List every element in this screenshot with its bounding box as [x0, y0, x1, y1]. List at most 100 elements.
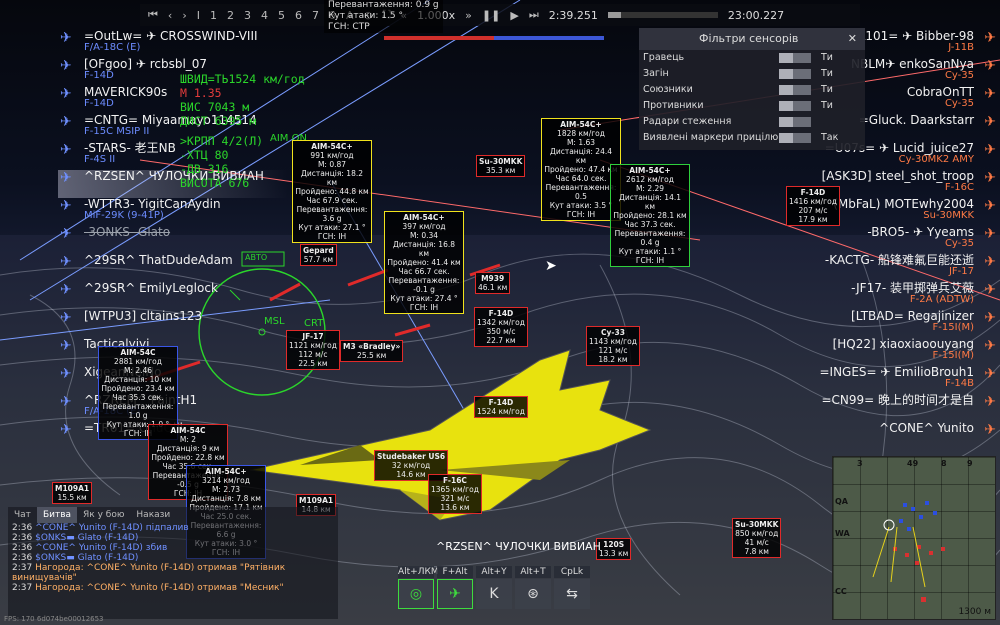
camera-action-button[interactable]: Alt+Y K	[476, 566, 512, 609]
plane-icon: ✈	[984, 226, 996, 242]
missile-stat: Кут атаки: 1.1 °	[618, 247, 682, 256]
unit-name: JF-17	[302, 332, 324, 341]
missile-stat: Перевантаження: 0.4 g	[614, 229, 686, 247]
unit-label[interactable]: M109A1 15.5 км	[52, 482, 93, 504]
hud-htc: -ХТЦ 80	[180, 148, 229, 162]
unit-label[interactable]: M939 46.1 км	[475, 272, 511, 294]
sensor-filter-row[interactable]: Загін Ти	[639, 66, 865, 82]
plane-icon: ✈	[984, 142, 996, 158]
player-vehicle: Cy-35	[944, 238, 974, 249]
unit-stat: 1342 км/год	[477, 318, 525, 327]
skip-end-icon[interactable]: ⏭	[529, 8, 539, 22]
chat-time: 2:36	[12, 533, 33, 543]
battle-log: Чат Битва Як у бою Накази 2:36 ^CONE^ Yunit…	[8, 507, 338, 619]
toggle-knob[interactable]	[779, 117, 793, 127]
plane-icon: ✈	[984, 30, 996, 46]
unit-name: F-14D	[488, 309, 514, 318]
label-1[interactable]: 1	[210, 9, 217, 22]
missile-name: AIM-54C+	[560, 120, 602, 129]
toggle-knob[interactable]	[779, 85, 793, 95]
plane-icon: ✈	[984, 366, 996, 382]
label-2[interactable]: 2	[227, 9, 234, 22]
faster-icon[interactable]: »	[465, 9, 472, 22]
toggle-knob[interactable]	[779, 69, 793, 79]
chat-text: $ONKS▬ Glato (F-14D)	[35, 553, 139, 563]
camera-action-button[interactable]: F+Alt ✈	[437, 566, 473, 609]
chat-message: 2:37 Нагорода: ^CONE^ Yunito (F-14D) отр…	[8, 583, 338, 593]
sensor-filter-row[interactable]: Радари стеження	[639, 114, 865, 130]
player-name: -3ONKS- Glato	[84, 225, 171, 239]
skip-start-icon[interactable]: ⏮	[148, 8, 158, 22]
label-7[interactable]: 7	[312, 9, 319, 22]
enemy-player-row[interactable]: ✈ -KACTG- 船锋难氟巨能还逝 JF-17	[770, 254, 1000, 282]
unit-label[interactable]: M3 «Bradley» 25.5 км	[340, 340, 404, 362]
enemy-player-row[interactable]: ✈ =INGES= ✈ EmilioBrouh1 F-14B	[770, 366, 1000, 394]
label-4[interactable]: 4	[261, 9, 268, 22]
sensor-filter-row[interactable]: Союзники Ти	[639, 82, 865, 98]
enemy-player-row[interactable]: ✈ -BRO5- ✈ Yyeams Cy-35	[770, 226, 1000, 254]
enemy-player-row[interactable]: ✈ -JF17- 装甲掷弹兵艾薇 F-2A (ADTW)	[770, 282, 1000, 310]
player-name: [ASK3D] steel_shot_troop	[821, 169, 974, 183]
chat-tab[interactable]: Битва	[36, 507, 78, 523]
unit-label[interactable]: F-14D 1524 км/год	[474, 396, 528, 418]
close-icon[interactable]: ✕	[848, 28, 857, 50]
player-vehicle: F/A-18C (E)	[84, 42, 141, 53]
replay-progress[interactable]	[607, 12, 718, 18]
fps-counter: FPS: 170 6d074be00012653	[4, 615, 104, 623]
toggle-knob[interactable]	[779, 53, 793, 63]
label-i[interactable]: I	[197, 9, 200, 22]
sensor-filter-row[interactable]: Гравець Ти	[639, 50, 865, 66]
label-3[interactable]: 3	[244, 9, 251, 22]
ally-player-row[interactable]: ✈ =OutLw= ✈ CROSSWIND-VIII F/A-18C (E)	[58, 30, 288, 58]
unit-label[interactable]: Gepard 57.7 км	[300, 244, 337, 266]
unit-label[interactable]: F-14D 1342 км/год 350 м/с 22.7 км	[474, 307, 528, 347]
pause-icon[interactable]: ❚❚	[482, 9, 500, 22]
enemy-player-row[interactable]: ✈ =CN99= 晚上的时间才是自	[770, 394, 1000, 422]
unit-label[interactable]: Su-30MKK 35.3 км	[476, 155, 526, 177]
unit-label[interactable]: Su-30MKK 850 км/год 41 м/с 7.8 км	[732, 518, 782, 558]
unit-label[interactable]: JF-17 1121 км/год 112 м/с 22.5 км	[286, 330, 340, 370]
unit-stat: 1143 км/год	[589, 337, 637, 346]
next-icon[interactable]: ›	[182, 9, 186, 22]
missile-stat: Час 67.9 сек.	[306, 196, 358, 205]
enemy-player-row[interactable]: ✈ [LTBAD= Regajinizer F-15I(M)	[770, 310, 1000, 338]
sensor-filter-row[interactable]: Противники Ти	[639, 98, 865, 114]
missile-stat: M: 0.34	[409, 231, 439, 240]
missile-stat: Дистанція: 16.8 км	[392, 240, 456, 258]
camera-action-button[interactable]: Alt+ЛКМ ◎	[398, 566, 439, 609]
sensor-filter-value: Ти	[821, 52, 833, 63]
replay-progress-fill	[607, 12, 621, 18]
chat-tab[interactable]: Чат	[8, 507, 37, 523]
ally-player-row[interactable]: ✈ ^29SR^ EmilyLeglock	[58, 282, 288, 310]
unit-label[interactable]: F-16C 1365 км/год 321 м/с 13.6 км	[428, 474, 482, 514]
plane-icon: ✈	[60, 30, 72, 46]
unit-label[interactable]: Cy-33 1143 км/год 121 м/с 18.2 км	[586, 326, 640, 366]
missile-stat: Дистанція: 9 км	[156, 444, 220, 453]
sensor-filter-row[interactable]: Виявлені маркери прицілювання Так	[639, 130, 865, 146]
chat-tab[interactable]: Як у бою	[77, 507, 130, 523]
toggle-knob[interactable]	[779, 101, 793, 111]
hud-mach: М 1.35	[180, 86, 222, 100]
hud-vsp: ВИСОТА 676	[180, 176, 250, 190]
unit-label[interactable]: 120S 13.3 км	[596, 538, 632, 560]
minimap[interactable]: 3 49 8 9 QA WA CC 1300 м	[832, 456, 996, 620]
enemy-player-row[interactable]: ✈ [HQ22] xiaoxiaoouyang F-15I(M)	[770, 338, 1000, 366]
ally-player-row[interactable]: ✈ -WTTR3- YigitCanAydin MiF-29K (9-41P)	[58, 198, 288, 226]
chat-tab[interactable]: Накази	[130, 507, 176, 523]
label-5[interactable]: 5	[278, 9, 285, 22]
ally-player-row[interactable]: ✈ [WTPU3] cltains123	[58, 310, 288, 338]
unit-name: F-16C	[442, 476, 467, 485]
missile-name: AIM-54C+	[311, 142, 353, 151]
play-icon[interactable]: ▶	[510, 9, 518, 22]
camera-action-button[interactable]: Alt+T ⊛	[515, 566, 551, 609]
enemy-player-row[interactable]: ✈ ^CONE^ Yunito	[770, 422, 1000, 450]
missile-name: AIM-54C+	[629, 166, 671, 175]
prev-icon[interactable]: ‹	[168, 9, 172, 22]
ally-player-row[interactable]: ✈ -3ONKS- Glato	[58, 226, 288, 254]
sensor-filter-value: Ти	[821, 68, 833, 79]
unit-label[interactable]: F-14D 1416 км/год 207 м/с 17.9 км	[786, 186, 840, 226]
camera-action-button[interactable]: CpLk ⇆	[554, 566, 590, 609]
toggle-knob[interactable]	[779, 133, 793, 143]
hud-dv: -ДВ 316	[180, 162, 229, 176]
label-6[interactable]: 6	[295, 9, 302, 22]
